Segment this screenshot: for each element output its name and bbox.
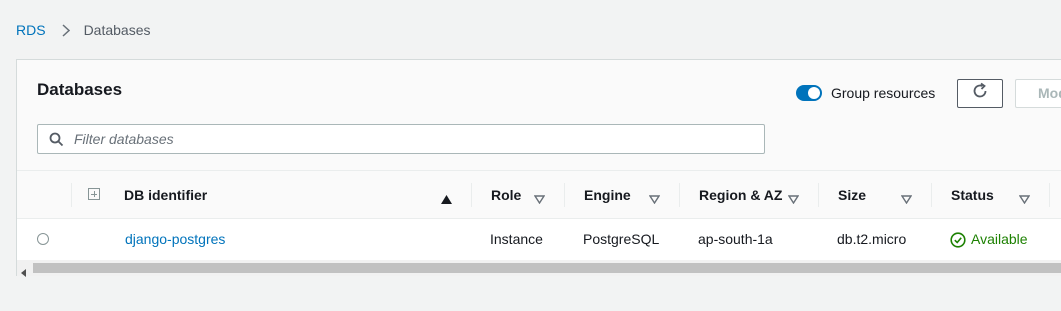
column-header-engine[interactable]: Engine (584, 171, 631, 218)
chevron-right-icon (62, 23, 70, 37)
toggle-knob (808, 87, 820, 99)
scrollbar-thumb[interactable] (33, 263, 1061, 273)
row-select-radio[interactable] (37, 233, 49, 245)
breadcrumb-current: Databases (83, 22, 151, 38)
cell-size: db.t2.micro (837, 231, 907, 247)
group-resources-label: Group resources (831, 85, 936, 101)
databases-panel: Databases Group resources Modify DB iden… (16, 59, 1061, 277)
modify-button[interactable]: Modify (1015, 79, 1061, 108)
sort-icon[interactable] (648, 191, 661, 209)
column-divider (71, 183, 72, 207)
column-divider (818, 183, 819, 207)
column-divider (1049, 183, 1050, 207)
horizontal-scrollbar[interactable] (17, 260, 1061, 277)
filter-input[interactable] (72, 130, 716, 148)
panel-title: Databases (37, 80, 123, 99)
sort-icon[interactable] (1018, 191, 1031, 209)
cell-region-az: ap-south-1a (698, 231, 773, 247)
sort-ascending-icon[interactable] (441, 191, 452, 209)
cell-role: Instance (490, 231, 543, 247)
breadcrumb-rds-link[interactable]: RDS (16, 22, 46, 38)
refresh-button[interactable] (957, 79, 1003, 108)
table-row[interactable]: django-postgres Instance PostgreSQL ap-s… (17, 219, 1061, 260)
status-text: Available (971, 231, 1028, 247)
db-identifier-link[interactable]: django-postgres (125, 219, 225, 260)
column-header-role[interactable]: Role (491, 171, 521, 218)
toggle-switch[interactable] (796, 85, 822, 101)
scroll-left-icon[interactable] (21, 264, 27, 282)
column-divider (931, 183, 932, 207)
column-header-db-identifier[interactable]: DB identifier (124, 171, 207, 218)
column-divider (471, 183, 472, 207)
sort-icon[interactable] (533, 191, 546, 209)
cell-engine: PostgreSQL (583, 231, 660, 247)
column-divider (564, 183, 565, 207)
search-icon (49, 132, 64, 147)
expand-icon[interactable] (88, 188, 100, 200)
check-circle-icon (950, 231, 971, 248)
status-badge: Available (950, 219, 1028, 260)
sort-icon[interactable] (787, 191, 800, 209)
refresh-icon (971, 82, 989, 105)
breadcrumb: RDS Databases (16, 20, 151, 40)
filter-field[interactable] (37, 124, 765, 154)
column-divider (679, 183, 680, 207)
sort-icon[interactable] (900, 191, 913, 209)
group-resources-toggle[interactable]: Group resources (796, 85, 935, 101)
column-header-status[interactable]: Status (951, 171, 994, 218)
table-header: DB identifier Role Engine Region & AZ Si… (17, 170, 1061, 219)
column-header-size[interactable]: Size (838, 171, 866, 218)
column-header-region-az[interactable]: Region & AZ (699, 171, 782, 218)
